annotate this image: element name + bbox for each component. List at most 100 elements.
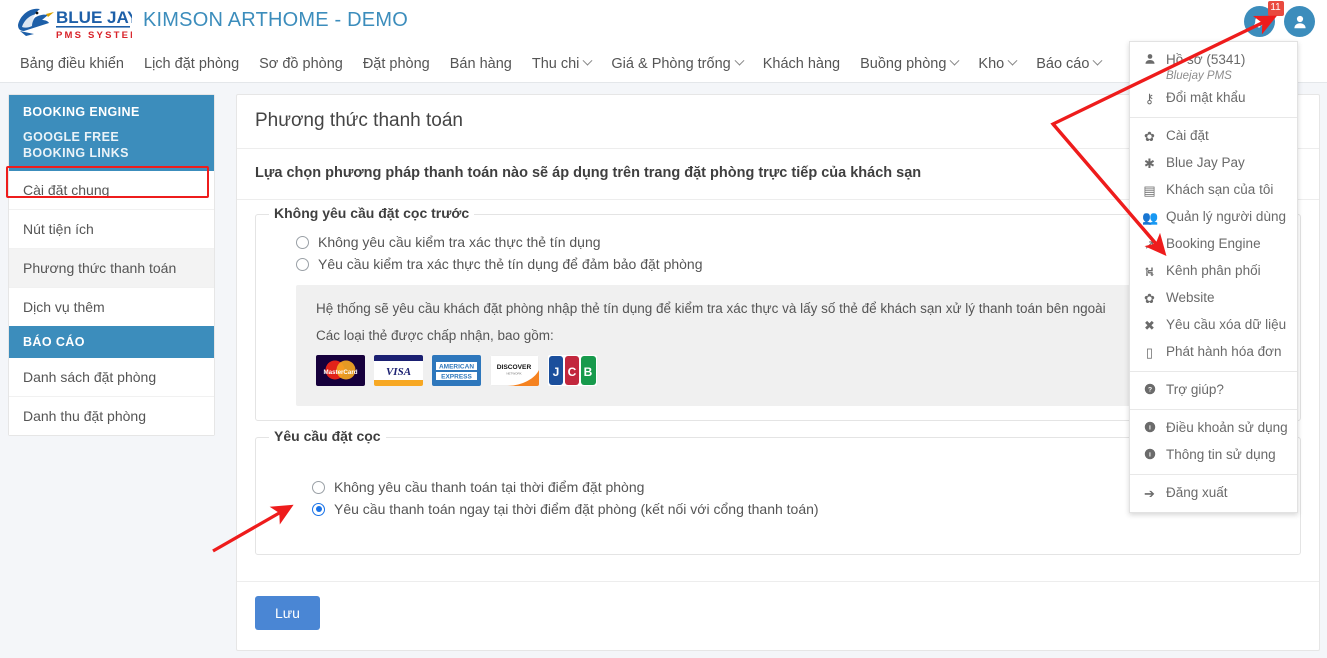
- sidebar-item-4[interactable]: Dịch vụ thêm: [9, 288, 214, 327]
- save-button[interactable]: Lưu: [255, 596, 320, 630]
- nav-item-1[interactable]: Bảng điều khiển: [10, 56, 134, 72]
- info-circle-icon: i: [1142, 420, 1157, 437]
- svg-text:BLUE JAY: BLUE JAY: [56, 8, 132, 27]
- svg-text:AMERICAN: AMERICAN: [439, 364, 474, 371]
- dropdown-item-i-m-t-kh-u[interactable]: ⚷ Đổi mật khẩu: [1130, 85, 1297, 112]
- accepted-cards-list: MasterCard VISA AMERICAN EXPRESS DISCOVE…: [316, 355, 1264, 386]
- chevron-down-icon: [1007, 55, 1018, 66]
- svg-text:?: ?: [1147, 387, 1151, 394]
- sitemap-icon: ⛕: [1144, 264, 1155, 279]
- nav-item-6[interactable]: Thu chi: [522, 56, 602, 72]
- notification-bell-button[interactable]: 11: [1243, 1, 1284, 37]
- dropdown-item-label: Cài đặt: [1166, 128, 1209, 143]
- top-icon-group: 11: [1239, 1, 1315, 38]
- nav-item-label: Báo cáo: [1036, 55, 1090, 72]
- mastercard-icon: MasterCard: [316, 355, 365, 386]
- nav-item-9[interactable]: Buồng phòng: [850, 56, 968, 72]
- user-dropdown-menu: Hồ sơ (5341) Bluejay PMS ⚷ Đổi mật khẩu ✿ C…: [1129, 41, 1298, 513]
- radio-option-label: Yêu cầu kiểm tra xác thực thẻ tín dụng đ…: [318, 256, 703, 272]
- svg-text:DISCOVER: DISCOVER: [497, 364, 532, 371]
- dropdown-item-ph-t-h-nh-h-a-n[interactable]: ▯ Phát hành hóa đơn: [1130, 339, 1297, 366]
- bluejay-logo-icon: BLUE JAY PMS SYSTEM: [18, 8, 132, 41]
- dropdown-item-y-u-c-u-x-a-d-li-u[interactable]: ✖ Yêu cầu xóa dữ liệu: [1130, 312, 1297, 339]
- dropdown-item-ng-xu-t[interactable]: ➔ Đăng xuất: [1130, 480, 1297, 507]
- user-icon: [1142, 52, 1157, 69]
- sidebar-section-subtitle: GOOGLE FREE BOOKING LINKS: [23, 130, 129, 160]
- nav-item-label: Buồng phòng: [860, 55, 947, 72]
- nav-item-7[interactable]: Giá & Phòng trống: [601, 56, 752, 72]
- dropdown-item-qu-n-l-ng-i-d-ng[interactable]: 👥 Quản lý người dùng: [1130, 204, 1297, 231]
- file-icon: ▯: [1145, 345, 1154, 360]
- deposit-radio-group: Không yêu cầu thanh toán tại thời điểm đ…: [288, 476, 1268, 520]
- nav-item-label: Lịch đặt phòng: [144, 55, 240, 72]
- nav-item-5[interactable]: Bán hàng: [440, 56, 522, 72]
- page-title: KIMSON ARTHOME - DEMO: [143, 9, 408, 31]
- sidebar-item-2[interactable]: Danh thu đặt phòng: [9, 397, 214, 436]
- sidebar-section-bao-cao: BÁO CÁO: [9, 326, 214, 359]
- dropdown-item-booking-engine[interactable]: ↗ Booking Engine: [1130, 231, 1297, 258]
- nav-item-3[interactable]: Sơ đồ phòng: [249, 56, 353, 72]
- dropdown-profile-subtitle: Bluejay PMS: [1166, 70, 1232, 82]
- sidebar-item-3[interactable]: Phương thức thanh toán: [9, 249, 214, 289]
- dropdown-item-tr-gi-p[interactable]: ? Trợ giúp?: [1130, 377, 1297, 404]
- dropdown-item-c-i-t[interactable]: ✿ Cài đặt: [1130, 123, 1297, 150]
- nav-item-label: Thu chi: [531, 55, 580, 72]
- dropdown-item-k-nh-ph-n-ph-i[interactable]: ⛕ Kênh phân phối: [1130, 258, 1297, 285]
- panel-footer: Lưu: [237, 581, 1319, 650]
- sidebar-item-2[interactable]: Nút tiện ích: [9, 210, 214, 250]
- fieldset-no-deposit-legend: Không yêu cầu đặt cọc trước: [269, 205, 475, 221]
- svg-text:B: B: [584, 365, 593, 379]
- radio-option-1[interactable]: Không yêu cầu thanh toán tại thời điểm đ…: [288, 476, 1268, 498]
- user-avatar-button[interactable]: [1284, 6, 1315, 37]
- dropdown-item-label: Yêu cầu xóa dữ liệu: [1166, 317, 1287, 332]
- user-avatar-icon: [1293, 15, 1306, 28]
- sidebar-item-1[interactable]: Cài đặt chung: [9, 171, 214, 211]
- sidebar-item-1[interactable]: Danh sách đặt phòng: [9, 358, 214, 398]
- notification-badge: 11: [1267, 1, 1284, 16]
- close-x-icon: ✖: [1144, 318, 1155, 333]
- radio-option-label: Yêu cầu thanh toán ngay tại thời điểm đặ…: [334, 501, 819, 517]
- radio-button[interactable]: [296, 235, 309, 249]
- sidebar-items-booking-engine: Cài đặt chung Nút tiện ích Phương thức tha…: [9, 171, 214, 327]
- credit-card-info-text: Hệ thống sẽ yêu cầu khách đặt phòng nhập…: [316, 301, 1106, 316]
- accepted-cards-label: Các loại thẻ được chấp nhận, bao gồm:: [316, 328, 554, 343]
- dropdown-item-label: Kênh phân phối: [1166, 263, 1261, 278]
- nav-item-label: Đặt phòng: [362, 55, 430, 72]
- radio-button[interactable]: [296, 257, 309, 271]
- dropdown-item-label: Booking Engine: [1166, 236, 1261, 251]
- nav-item-8[interactable]: Khách hàng: [753, 56, 850, 72]
- nav-item-label: Sơ đồ phòng: [259, 55, 343, 72]
- radio-button-selected[interactable]: [312, 502, 325, 516]
- radio-button[interactable]: [312, 480, 325, 494]
- dropdown-item-kh-ch-s-n-c-a-t-i[interactable]: ▤ Khách sạn của tôi: [1130, 177, 1297, 204]
- dropdown-separator: [1130, 117, 1297, 118]
- radio-option-2[interactable]: Yêu cầu thanh toán ngay tại thời điểm đặ…: [288, 498, 1268, 520]
- dropdown-item-label: Khách sạn của tôi: [1166, 182, 1274, 197]
- dropdown-item-i-u-kho-n-s-d-ng[interactable]: i Điều khoản sử dụng: [1130, 415, 1297, 442]
- dropdown-separator: [1130, 474, 1297, 475]
- key-icon: ⚷: [1144, 91, 1155, 106]
- chevron-down-icon: [734, 55, 745, 66]
- svg-text:J: J: [553, 365, 560, 379]
- nav-item-2[interactable]: Lịch đặt phòng: [134, 56, 249, 72]
- sidebar-items-bao-cao: Danh sách đặt phòng Danh thu đặt phòng: [9, 358, 214, 436]
- sidebar: BOOKING ENGINE GOOGLE FREE BOOKING LINKS …: [8, 94, 215, 437]
- nav-item-label: Bảng điều khiển: [20, 55, 124, 72]
- discover-icon: DISCOVER NETWORK: [490, 355, 539, 386]
- gear-icon: ✿: [1144, 291, 1155, 306]
- dropdown-item-website[interactable]: ✿ Website: [1130, 285, 1297, 312]
- nav-item-10[interactable]: Kho: [968, 56, 1026, 72]
- dropdown-item-label: Đăng xuất: [1166, 485, 1228, 500]
- sidebar-section-title: BOOKING ENGINE: [23, 105, 140, 119]
- nav-item-label: Kho: [978, 55, 1005, 72]
- nav-item-11[interactable]: Báo cáo: [1026, 56, 1111, 72]
- american-express-icon: AMERICAN EXPRESS: [432, 355, 481, 386]
- nav-item-label: Khách hàng: [762, 55, 841, 72]
- external-link-icon: ↗: [1144, 237, 1155, 252]
- bluejay-logo[interactable]: BLUE JAY PMS SYSTEM: [12, 3, 132, 41]
- dropdown-item-blue-jay-pay[interactable]: ✱ Blue Jay Pay: [1130, 150, 1297, 177]
- nav-item-4[interactable]: Đặt phòng: [353, 56, 440, 72]
- radio-option-label: Không yêu cầu kiểm tra xác thực thẻ tín …: [318, 234, 601, 250]
- dropdown-item-th-ng-tin-s-d-ng[interactable]: i Thông tin sử dụng: [1130, 442, 1297, 469]
- svg-text:VISA: VISA: [386, 366, 411, 378]
